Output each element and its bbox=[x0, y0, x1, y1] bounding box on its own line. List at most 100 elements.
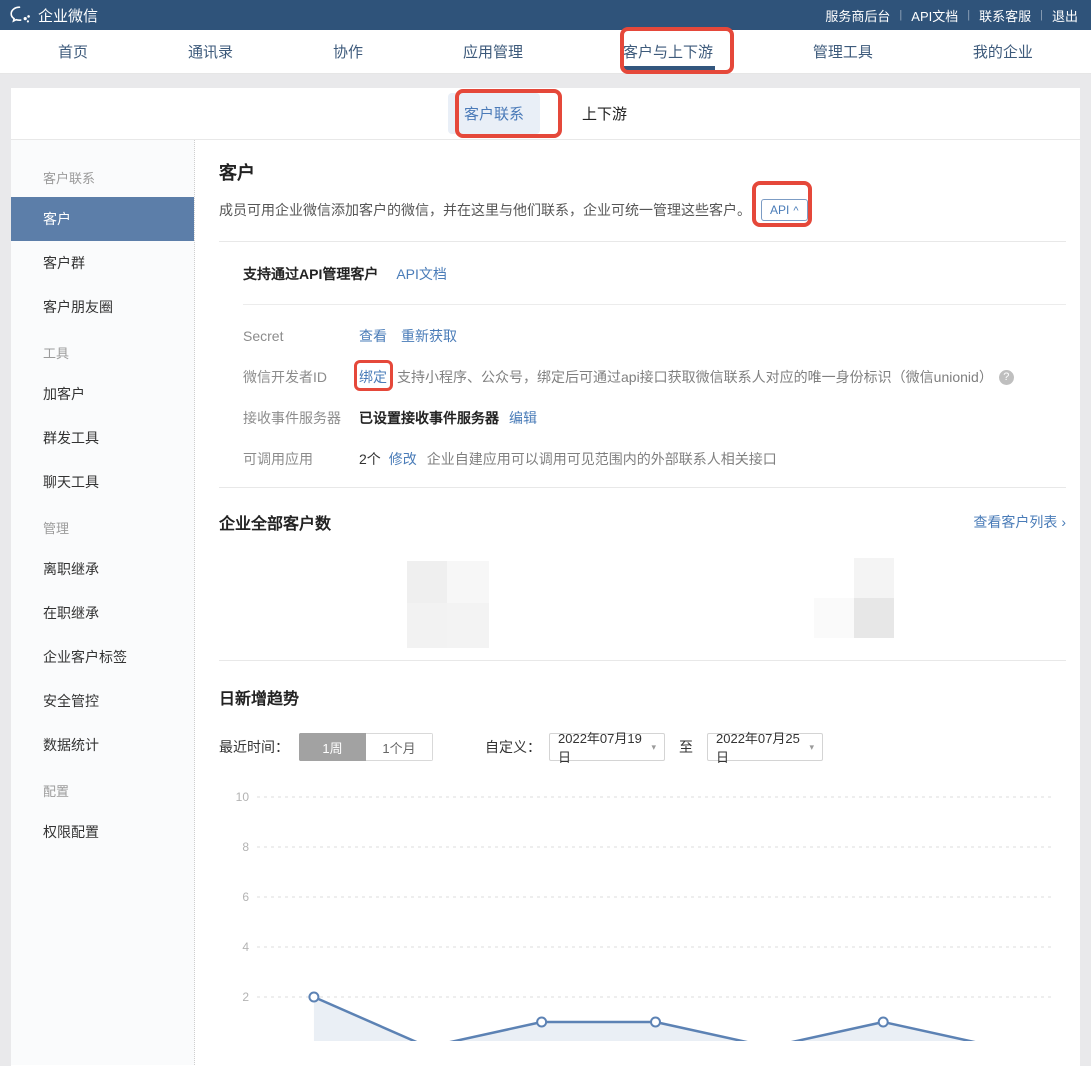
contact-support-link[interactable]: 联系客服 bbox=[970, 6, 1040, 25]
sidebar-item-bulk-message[interactable]: 群发工具 bbox=[11, 416, 194, 460]
mosaic-tile bbox=[814, 598, 854, 638]
mosaic-tile bbox=[854, 558, 894, 598]
tab-app-management[interactable]: 应用管理 bbox=[445, 30, 541, 73]
sidebar-item-active-inheritance[interactable]: 在职继承 bbox=[11, 591, 194, 635]
sidebar-item-data-statistics[interactable]: 数据统计 bbox=[11, 723, 194, 767]
mosaic-tile bbox=[407, 603, 447, 648]
page-background-band bbox=[0, 74, 1091, 88]
chevron-right-icon: › bbox=[1061, 514, 1066, 530]
api-panel-header: 支持通过API管理客户 API文档 bbox=[219, 242, 1066, 304]
sidebar-item-permission-config[interactable]: 权限配置 bbox=[11, 810, 194, 854]
api-settings-panel: 支持通过API管理客户 API文档 Secret 查看 重新获取 微信开发者ID… bbox=[219, 242, 1066, 487]
total-customers-header: 企业全部客户数 查看客户列表 › bbox=[219, 510, 1066, 534]
data-point[interactable] bbox=[537, 1018, 546, 1027]
mosaic-tile bbox=[447, 603, 489, 648]
caret-down-icon: ▾ bbox=[809, 742, 814, 753]
sidebar-item-corp-customer-tags[interactable]: 企业客户标签 bbox=[11, 635, 194, 679]
sidebar-item-security-control[interactable]: 安全管控 bbox=[11, 679, 194, 723]
sidebar-item-resigned-inheritance[interactable]: 离职继承 bbox=[11, 547, 194, 591]
data-point[interactable] bbox=[309, 993, 318, 1002]
custom-range-label: 自定义： bbox=[485, 737, 541, 757]
wechat-developer-id-label: 微信开发者ID bbox=[243, 367, 359, 387]
mosaic-tile bbox=[447, 561, 489, 603]
mosaic-tile bbox=[407, 561, 447, 603]
sidebar-item-customer-groups[interactable]: 客户群 bbox=[11, 241, 194, 285]
brand: 企业微信 bbox=[10, 5, 98, 26]
wechat-work-logo-icon bbox=[10, 6, 32, 24]
y-axis-tick-label: 2 bbox=[242, 990, 249, 1004]
question-icon[interactable]: ? bbox=[999, 370, 1014, 385]
caret-down-icon: ▾ bbox=[651, 742, 656, 753]
trend-chart-svg: 10 8 6 4 2 bbox=[209, 775, 1069, 1041]
main-nav: 首页 通讯录 协作 应用管理 客户与上下游 管理工具 我的企业 bbox=[0, 30, 1091, 74]
sidebar-item-customer-moments[interactable]: 客户朋友圈 bbox=[11, 285, 194, 329]
sidebar-item-add-customer[interactable]: 加客户 bbox=[11, 372, 194, 416]
view-customer-list-link[interactable]: 查看客户列表 › bbox=[973, 512, 1066, 532]
redacted-data-mosaic bbox=[219, 548, 1066, 660]
tab-admin-tools[interactable]: 管理工具 bbox=[795, 30, 891, 73]
sidebar-item-customers[interactable]: 客户 bbox=[11, 197, 194, 241]
to-label: 至 bbox=[679, 737, 693, 757]
date-from-select[interactable]: 2022年07月19日 ▾ bbox=[549, 733, 665, 761]
y-axis-tick-label: 10 bbox=[236, 790, 250, 804]
date-to-select[interactable]: 2022年07月25日 ▾ bbox=[707, 733, 823, 761]
date-to-value: 2022年07月25日 bbox=[716, 728, 809, 766]
sidebar-item-chat-tools[interactable]: 聊天工具 bbox=[11, 460, 194, 504]
bind-link[interactable]: 绑定 bbox=[359, 367, 387, 387]
subtab-customer-contact[interactable]: 客户联系 bbox=[448, 93, 540, 134]
main-content: 客户 成员可用企业微信添加客户的微信，并在这里与他们联系，企业可统一管理这些客户… bbox=[195, 140, 1080, 1065]
page-title: 客户 bbox=[219, 159, 1066, 185]
content-row: 客户联系 客户 客户群 客户朋友圈 工具 加客户 群发工具 聊天工具 管理 离职… bbox=[11, 140, 1080, 1065]
sidebar-section-management: 管理 bbox=[11, 504, 194, 547]
sidebar-section-configuration: 配置 bbox=[11, 767, 194, 810]
page-description-row: 成员可用企业微信添加客户的微信，并在这里与他们联系，企业可统一管理这些客户。 A… bbox=[219, 199, 1066, 221]
tab-customers-upstream-downstream[interactable]: 客户与上下游 bbox=[605, 30, 731, 73]
date-from-value: 2022年07月19日 bbox=[558, 728, 651, 766]
regenerate-secret-link[interactable]: 重新获取 bbox=[401, 326, 457, 346]
trend-chart: 10 8 6 4 2 bbox=[209, 775, 1066, 1046]
callable-apps-count: 2个 bbox=[359, 449, 381, 469]
top-bar: 企业微信 服务商后台 | API文档 | 联系客服 | 退出 bbox=[0, 0, 1091, 30]
tab-my-company[interactable]: 我的企业 bbox=[955, 30, 1051, 73]
api-docs-link[interactable]: API文档 bbox=[902, 6, 967, 25]
callable-apps-row: 可调用应用 2个 修改 企业自建应用可以调用可见范围内的外部联系人相关接口 bbox=[219, 449, 1066, 469]
provider-console-link[interactable]: 服务商后台 bbox=[816, 6, 899, 25]
data-point[interactable] bbox=[879, 1018, 888, 1027]
secret-row: Secret 查看 重新获取 bbox=[219, 326, 1066, 346]
topbar-links: 服务商后台 | API文档 | 联系客服 | 退出 bbox=[816, 6, 1087, 25]
y-axis-tick-label: 4 bbox=[242, 940, 249, 954]
divider bbox=[243, 304, 1066, 305]
content-card: 客户联系 上下游 客户联系 客户 客户群 客户朋友圈 工具 加客户 群发工具 聊… bbox=[11, 88, 1080, 1066]
chevron-up-icon: ^ bbox=[793, 207, 798, 215]
modify-apps-link[interactable]: 修改 bbox=[389, 449, 417, 469]
recent-time-label: 最近时间： bbox=[219, 737, 289, 757]
sidebar: 客户联系 客户 客户群 客户朋友圈 工具 加客户 群发工具 聊天工具 管理 离职… bbox=[11, 140, 195, 1065]
subtab-upstream-downstream[interactable]: 上下游 bbox=[566, 93, 643, 134]
api-toggle-button[interactable]: API ^ bbox=[761, 199, 808, 221]
secret-label: Secret bbox=[243, 328, 359, 344]
range-1week-button[interactable]: 1周 bbox=[299, 733, 366, 761]
wechat-developer-id-row: 微信开发者ID 绑定 支持小程序、公众号，绑定后可通过api接口获取微信联系人对… bbox=[219, 367, 1066, 387]
y-axis-tick-label: 8 bbox=[242, 840, 249, 854]
tab-contacts[interactable]: 通讯录 bbox=[170, 30, 251, 73]
edit-callback-link[interactable]: 编辑 bbox=[509, 408, 537, 428]
api-docs-panel-link[interactable]: API文档 bbox=[396, 264, 447, 284]
sidebar-section-customer-contact: 客户联系 bbox=[11, 154, 194, 197]
brand-name: 企业微信 bbox=[38, 5, 98, 26]
y-axis-tick-label: 6 bbox=[242, 890, 249, 904]
trend-controls: 最近时间： 1周 1个月 自定义： 2022年07月19日 ▾ 至 2022年0… bbox=[219, 733, 1066, 761]
data-point[interactable] bbox=[651, 1018, 660, 1027]
sidebar-section-tools: 工具 bbox=[11, 329, 194, 372]
callback-server-status: 已设置接收事件服务器 bbox=[359, 408, 499, 428]
callable-apps-desc: 企业自建应用可以调用可见范围内的外部联系人相关接口 bbox=[427, 449, 777, 469]
tab-collaboration[interactable]: 协作 bbox=[315, 30, 381, 73]
view-secret-link[interactable]: 查看 bbox=[359, 326, 387, 346]
logout-link[interactable]: 退出 bbox=[1043, 6, 1087, 25]
callback-server-row: 接收事件服务器 已设置接收事件服务器 编辑 bbox=[219, 408, 1066, 428]
tab-home[interactable]: 首页 bbox=[40, 30, 106, 73]
range-1month-button[interactable]: 1个月 bbox=[366, 733, 433, 761]
callable-apps-label: 可调用应用 bbox=[243, 449, 359, 469]
divider bbox=[219, 487, 1066, 488]
mosaic-tile bbox=[854, 598, 894, 638]
callback-server-label: 接收事件服务器 bbox=[243, 408, 359, 428]
